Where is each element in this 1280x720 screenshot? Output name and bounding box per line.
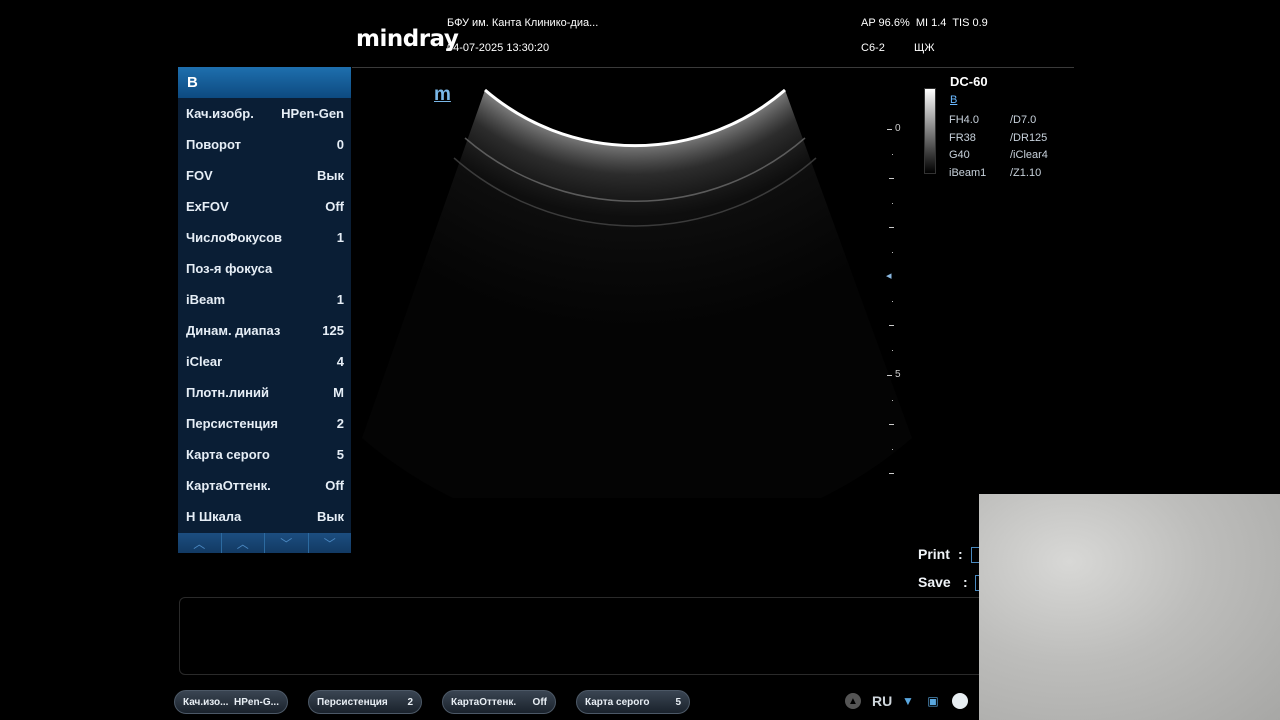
print-separator: : <box>958 546 963 562</box>
menu-nav-bar: ︿ ︿ ﹀ ﹀ <box>178 533 351 553</box>
bottom-button-value: HPen-G... <box>233 696 279 708</box>
menu-item-value: 1 <box>336 230 344 245</box>
menu-item-label: iBeam <box>186 292 226 307</box>
menu-item[interactable]: Карта серого 5 <box>178 439 351 470</box>
b-mode-menu: B Кач.изобр. HPen-Gen Поворот 0 FOV Вык ExFOV O… <box>178 67 351 553</box>
menu-item[interactable]: Плотн.линий M <box>178 377 351 408</box>
menu-item[interactable]: Поворот 0 <box>178 129 351 160</box>
body-mark-icon[interactable]: m <box>434 84 451 106</box>
mindray-logo: mindray <box>356 26 459 52</box>
menu-item-value: 0 <box>336 137 344 152</box>
safety-indices: AP 96.6% MI 1.4 TIS 0.9 <box>861 17 988 29</box>
menu-item[interactable]: FOV Вык <box>178 160 351 191</box>
save-separator: : <box>963 574 968 590</box>
comment-area[interactable] <box>179 597 987 675</box>
webcam-overlay <box>979 494 1280 720</box>
bottom-button-value: 5 <box>675 696 681 708</box>
menu-item-label: КартаОттенк. <box>186 478 271 493</box>
status-indicator-icon <box>952 693 968 709</box>
exam-preset: ЩЖ <box>914 42 935 54</box>
bottom-button-label: Персистенция <box>317 696 388 708</box>
bottom-button-tint-map[interactable]: КартаОттенк. Off <box>442 690 556 714</box>
bottom-button-value: 2 <box>407 696 413 708</box>
menu-item-value: 4 <box>336 354 344 369</box>
page-up-icon[interactable]: ︿ <box>222 533 265 553</box>
focus-marker-icon[interactable]: ◂ <box>886 269 892 282</box>
menu-item[interactable]: Н Шкала Вык <box>178 501 351 532</box>
menu-item[interactable]: ExFOV Off <box>178 191 351 222</box>
depth-label-0: 0 <box>895 123 901 134</box>
menu-item-value: Вык <box>317 509 344 524</box>
eject-icon[interactable]: ▲ <box>845 693 861 709</box>
param-frame-rate: FR38 <box>949 131 976 144</box>
menu-item-value: Вык <box>317 168 344 183</box>
network-icon: ▣ <box>927 694 939 708</box>
menu-item[interactable]: Кач.изобр. HPen-Gen <box>178 98 351 129</box>
menu-item[interactable]: КартаОттенк. Off <box>178 470 351 501</box>
bottom-button-image-quality[interactable]: Кач.изо... HPen-G... <box>174 690 288 714</box>
menu-item-label: FOV <box>186 168 213 183</box>
save-label: Save <box>918 574 951 590</box>
menu-item[interactable]: iBeam 1 <box>178 284 351 315</box>
param-dynamic-range: /DR125 <box>1010 131 1048 144</box>
page-last-icon[interactable]: ﹀ <box>309 533 352 553</box>
menu-item-value: Off <box>325 478 344 493</box>
menu-item-value: 5 <box>336 447 344 462</box>
menu-item-label: iClear <box>186 354 223 369</box>
menu-item[interactable]: ЧислоФокусов 1 <box>178 222 351 253</box>
system-model: DC-60 <box>950 74 988 89</box>
page-first-icon[interactable]: ︿ <box>178 533 222 553</box>
menu-item-value: M <box>333 385 344 400</box>
params-right: /D7.0 /DR125 /iClear4 /Z1.10 <box>1010 112 1048 182</box>
menu-item-label: Карта серого <box>186 447 270 462</box>
menu-item-label: Кач.изобр. <box>186 106 254 121</box>
menu-item-value: 125 <box>322 323 344 338</box>
grayscale-bar <box>924 88 936 174</box>
menu-item-label: ЧислоФокусов <box>186 230 282 245</box>
menu-item-label: Плотн.линий <box>186 385 269 400</box>
menu-item-value: Off <box>325 199 344 214</box>
menu-item[interactable]: Поз-я фокуса <box>178 253 351 284</box>
bottom-button-value: Off <box>532 696 547 708</box>
probe-name: C6-2 <box>861 42 885 54</box>
param-iclear: /iClear4 <box>1010 149 1048 161</box>
menu-item-value: 1 <box>336 292 344 307</box>
menu-title: B <box>178 67 351 98</box>
menu-item[interactable]: iClear 4 <box>178 346 351 377</box>
param-ibeam: iBeam1 <box>949 166 987 179</box>
page-down-icon[interactable]: ﹀ <box>265 533 309 553</box>
params-left: FH4.0 FR38 G40 iBeam1 <box>949 112 986 182</box>
scan-sector <box>362 90 912 498</box>
menu-item-label: Поз-я фокуса <box>186 261 273 276</box>
institution-name: БФУ им. Канта Клинико-диа... <box>447 17 599 29</box>
menu-item-label: Поворот <box>186 137 241 152</box>
bottom-button-label: Карта серого <box>585 696 650 708</box>
menu-item-value: HPen-Gen <box>281 106 344 121</box>
probe-icon: ▼ <box>902 694 914 708</box>
menu-item[interactable]: Динам. диапаз 125 <box>178 315 351 346</box>
bottom-button-persistence[interactable]: Персистенция 2 <box>308 690 422 714</box>
param-depth: /D7.0 <box>1010 114 1037 126</box>
param-frequency: FH4.0 <box>949 114 979 126</box>
language-indicator[interactable]: RU <box>872 693 892 709</box>
bottom-button-label: Кач.изо... <box>183 696 229 708</box>
bottom-button-label: КартаОттенк. <box>451 696 517 708</box>
menu-item-label: Динам. диапаз <box>186 323 281 338</box>
menu-item-label: Персистенция <box>186 416 278 431</box>
image-mode: B <box>950 94 958 106</box>
ultrasound-image[interactable] <box>352 68 952 498</box>
print-label: Print <box>918 546 950 562</box>
param-gain: G40 <box>949 149 970 161</box>
menu-item-value: 2 <box>336 416 344 431</box>
menu-item-label: Н Шкала <box>186 509 242 524</box>
exam-datetime: 04-07-2025 13:30:20 <box>447 42 550 54</box>
bottom-button-gray-map[interactable]: Карта серого 5 <box>576 690 690 714</box>
menu-item-label: ExFOV <box>186 199 229 214</box>
param-zoom: /Z1.10 <box>1010 166 1042 179</box>
depth-label-5: 5 <box>895 369 901 380</box>
menu-item[interactable]: Персистенция 2 <box>178 408 351 439</box>
